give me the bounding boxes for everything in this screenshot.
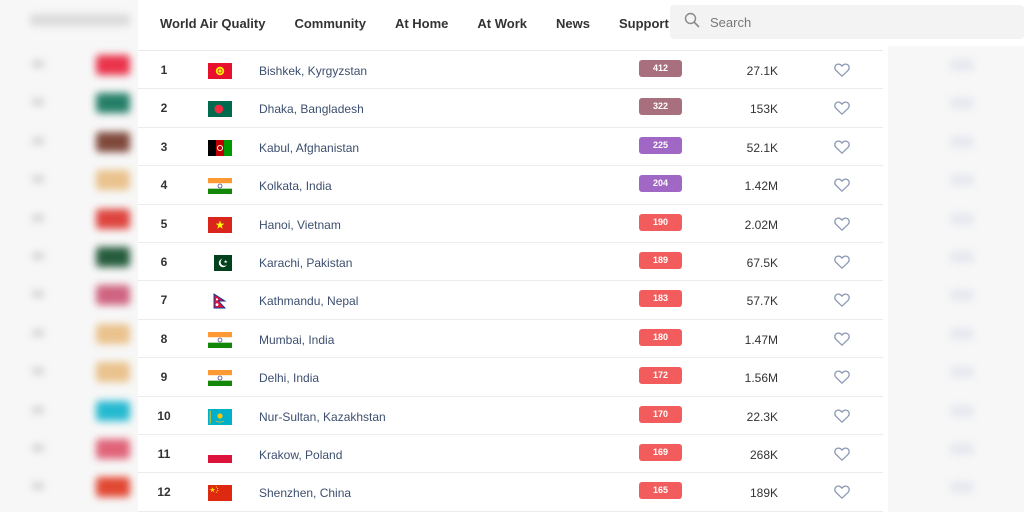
nav-at-work[interactable]: At Work	[477, 16, 527, 31]
search-icon	[684, 12, 700, 33]
aqi-badge: 183	[639, 290, 682, 308]
aqi-badge: 180	[639, 328, 682, 346]
vietnam-flag-icon	[208, 216, 232, 233]
heart-icon[interactable]	[833, 445, 851, 463]
poland-flag-icon	[208, 446, 232, 463]
heart-icon[interactable]	[833, 61, 851, 79]
table-row[interactable]: 12 Shenzhen, China 165 189K	[138, 473, 883, 512]
blurred-background-right	[888, 0, 1024, 512]
search-box[interactable]	[670, 5, 1024, 39]
heart-icon[interactable]	[833, 330, 851, 348]
nepal-flag-icon	[208, 293, 232, 310]
city-link[interactable]: Mumbai, India	[259, 320, 334, 358]
nav-world-air-quality[interactable]: World Air Quality	[160, 16, 265, 31]
aqi-badge: 322	[639, 98, 682, 116]
followers-count: 67.5K	[746, 255, 778, 270]
search-input[interactable]	[710, 14, 1010, 30]
rank-number: 9	[160, 370, 168, 385]
heart-icon[interactable]	[833, 291, 851, 309]
kyrgyzstan-flag-icon	[208, 63, 232, 79]
table-row[interactable]: 5 Hanoi, Vietnam 190 2.02M	[138, 205, 883, 243]
followers-count: 2.02M	[744, 217, 778, 232]
followers-count: 1.56M	[744, 371, 778, 386]
city-link[interactable]: Shenzhen, China	[259, 473, 351, 511]
followers-count: 268K	[749, 447, 778, 462]
city-link[interactable]: Kolkata, India	[259, 166, 332, 204]
city-ranking-table: 1 Bishkek, Kyrgyzstan 412 27.1K 2 Dhaka, Bang…	[138, 50, 883, 512]
city-link[interactable]: Delhi, India	[259, 358, 319, 396]
city-link[interactable]: Bishkek, Kyrgyzstan	[259, 51, 367, 89]
aqi-badge: 169	[639, 443, 682, 461]
pakistan-flag-icon	[208, 254, 232, 271]
rank-number: 1	[160, 63, 168, 77]
city-link[interactable]: Krakow, Poland	[259, 435, 342, 473]
aqi-badge: 189	[639, 251, 682, 269]
india-flag-icon	[208, 331, 232, 348]
rank-number: 3	[160, 139, 168, 154]
nav-news[interactable]: News	[556, 16, 590, 31]
bangladesh-flag-icon	[208, 101, 232, 118]
heart-icon[interactable]	[833, 483, 851, 501]
top-navigation-bar: World Air Quality Community At Home At W…	[138, 0, 1024, 46]
heart-icon[interactable]	[833, 253, 851, 271]
aqi-badge: 170	[639, 405, 682, 423]
city-link[interactable]: Hanoi, Vietnam	[259, 205, 341, 243]
aqi-badge: 190	[639, 213, 682, 231]
city-link[interactable]: Kathmandu, Nepal	[259, 281, 358, 319]
table-row[interactable]: 1 Bishkek, Kyrgyzstan 412 27.1K	[138, 51, 883, 90]
nav-community[interactable]: Community	[294, 16, 366, 31]
india-flag-icon	[208, 370, 232, 387]
afghanistan-flag-icon	[208, 139, 232, 156]
heart-icon[interactable]	[833, 368, 851, 386]
city-link[interactable]: Kabul, Afghanistan	[259, 128, 359, 166]
heart-icon[interactable]	[833, 138, 851, 156]
rank-number: 12	[157, 485, 171, 500]
rank-number: 11	[157, 446, 171, 461]
followers-count: 1.42M	[744, 179, 778, 194]
followers-count: 22.3K	[746, 409, 778, 424]
followers-count: 189K	[749, 486, 778, 501]
table-row[interactable]: 2 Dhaka, Bangladesh 322 153K	[138, 89, 883, 128]
followers-count: 57.7K	[746, 294, 778, 309]
aqi-badge: 204	[639, 175, 682, 193]
table-row[interactable]: 8 Mumbai, India 180 1.47M	[138, 320, 883, 359]
table-row[interactable]: 7 Kathmandu, Nepal 183 57.7K	[138, 281, 883, 320]
city-link[interactable]: Nur-Sultan, Kazakhstan	[259, 397, 386, 435]
nav-at-home[interactable]: At Home	[395, 16, 448, 31]
followers-count: 153K	[749, 102, 778, 117]
table-row[interactable]: 9 Delhi, India 172 1.56M	[138, 358, 883, 397]
rank-number: 6	[160, 254, 168, 269]
heart-icon[interactable]	[833, 407, 851, 425]
rank-number: 2	[160, 101, 168, 116]
rank-number: 5	[160, 216, 168, 231]
table-row[interactable]: 10 Nur-Sultan, Kazakhstan 170 22.3K	[138, 397, 883, 435]
heart-icon[interactable]	[833, 99, 851, 117]
blurred-background-left	[0, 0, 138, 512]
followers-count: 27.1K	[746, 64, 778, 78]
main-nav: World Air Quality Community At Home At W…	[138, 0, 676, 46]
aqi-badge: 172	[639, 367, 682, 385]
aqi-badge: 412	[639, 60, 682, 77]
rank-number: 8	[160, 331, 168, 346]
rank-number: 10	[157, 408, 171, 423]
table-row[interactable]: 6 Karachi, Pakistan 189 67.5K	[138, 243, 883, 282]
table-row[interactable]: 4 Kolkata, India 204 1.42M	[138, 166, 883, 205]
rank-number: 4	[160, 178, 168, 193]
rank-number: 7	[160, 293, 168, 308]
city-link[interactable]: Karachi, Pakistan	[259, 243, 352, 281]
aqi-badge: 225	[639, 136, 682, 154]
followers-count: 1.47M	[744, 332, 778, 347]
heart-icon[interactable]	[833, 176, 851, 194]
heart-icon[interactable]	[833, 215, 851, 233]
followers-count: 52.1K	[746, 140, 778, 155]
china-flag-icon	[208, 485, 232, 502]
table-row[interactable]: 3 Kabul, Afghanistan 225 52.1K	[138, 128, 883, 167]
table-row[interactable]: 11 Krakow, Poland 169 268K	[138, 435, 883, 474]
aqi-badge: 165	[639, 482, 682, 500]
kazakhstan-flag-icon	[208, 408, 232, 425]
india-flag-icon	[208, 178, 232, 195]
nav-support[interactable]: Support	[619, 16, 669, 31]
city-link[interactable]: Dhaka, Bangladesh	[259, 89, 364, 127]
